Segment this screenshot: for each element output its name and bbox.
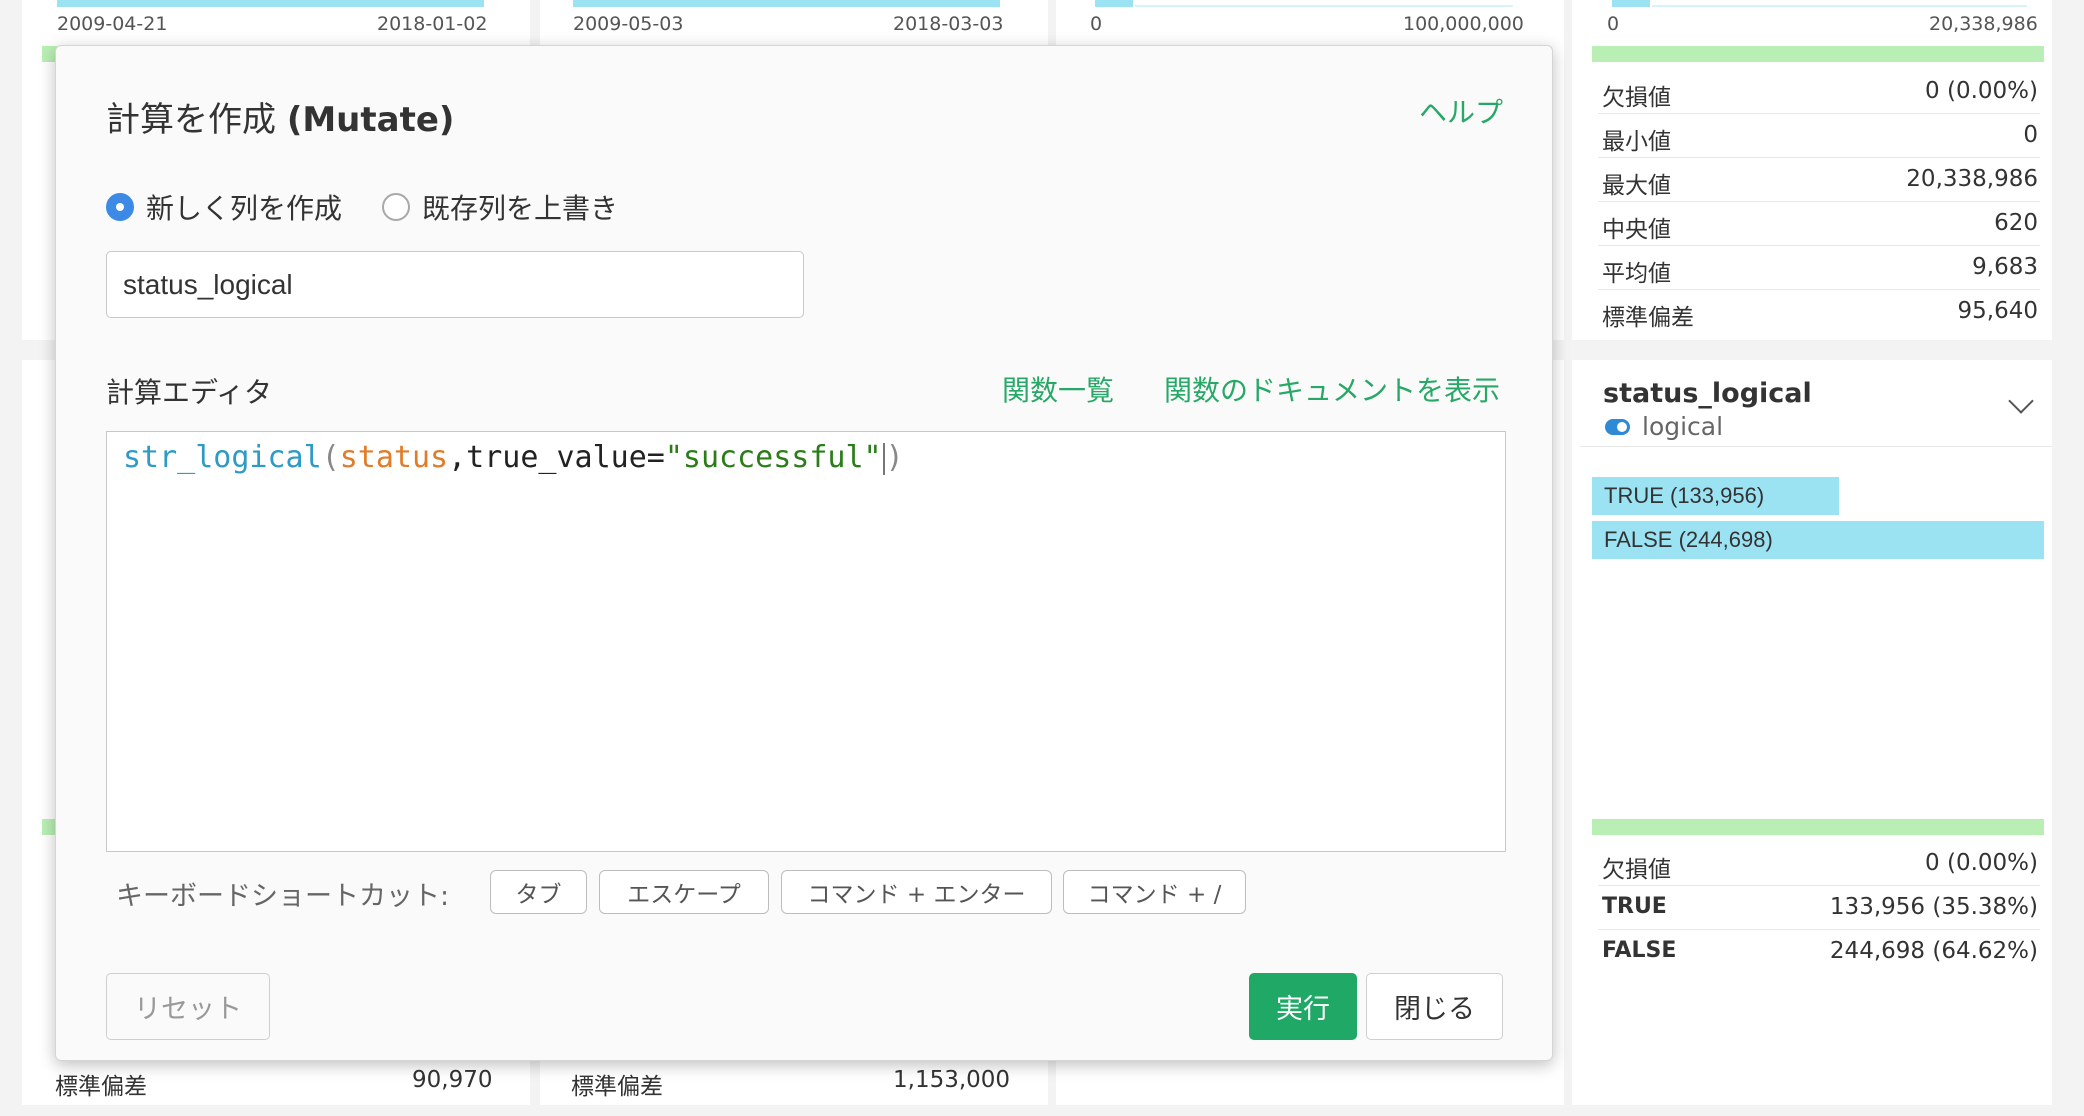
text-caret: [882, 442, 885, 475]
stat-label: 平均値: [1602, 261, 1671, 287]
stat-value: 244,698 (64.62%): [1829, 938, 2038, 964]
stat-value: 0: [2023, 122, 2038, 148]
stat-label: 標準偏差: [1602, 305, 1694, 331]
stat-row-missing: 欠損値 0 (0.00%): [1598, 70, 2040, 114]
stat-value: 20,338,986: [1906, 166, 2038, 192]
dialog-title: 計算を作成 (Mutate): [106, 92, 454, 141]
stat-value: 9,683: [1972, 254, 2038, 280]
shortcut-tab-key: タブ: [490, 870, 587, 914]
code-paren-open: (: [321, 440, 340, 475]
new-column-name-input[interactable]: [106, 251, 804, 318]
stat-label: 欠損値: [1602, 857, 1671, 883]
stat-label: FALSE: [1602, 938, 1677, 963]
axis-min-4: 0: [1607, 13, 1620, 35]
reset-button[interactable]: リセット: [106, 973, 270, 1040]
code-arg-token: status: [339, 440, 449, 475]
code-param-token: ,true_value=: [448, 440, 665, 475]
close-button[interactable]: 閉じる: [1366, 973, 1503, 1040]
histogram-baseline-4: [1652, 5, 2027, 7]
radio-create-new-label: 新しく列を作成: [146, 192, 343, 225]
stat-label: 最小値: [1602, 129, 1671, 155]
logical-toggle-icon: [1605, 418, 1630, 435]
code-editor[interactable]: str_logical(status,true_value="successfu…: [106, 431, 1506, 852]
dialog-title-ja: 計算を作成: [106, 100, 276, 140]
editor-label: 計算エディタ: [106, 376, 273, 409]
axis-min-3: 0: [1090, 13, 1103, 35]
column-title: status_logical: [1603, 378, 1812, 409]
stat-row-median: 中央値 620: [1598, 202, 2040, 246]
divider: [1580, 446, 2052, 447]
histogram-bars-2: [573, 0, 1000, 7]
stat-value-stddev-2: 1,153,000: [893, 1067, 1011, 1093]
stat-row-mean: 平均値 9,683: [1598, 246, 2040, 290]
run-button[interactable]: 実行: [1249, 973, 1357, 1040]
mutate-dialog: 計算を作成 (Mutate) ヘルプ 新しく列を作成 既存列を上書き 計算エディ…: [55, 45, 1553, 1061]
help-link[interactable]: ヘルプ: [1419, 91, 1503, 131]
stat-value: 0 (0.00%): [1925, 78, 2038, 104]
radio-unselected-icon[interactable]: [382, 193, 410, 221]
stat-value: 95,640: [1957, 298, 2038, 324]
stat-row-stddev: 標準偏差 95,640: [1598, 290, 2040, 334]
code-function-token: str_logical: [123, 440, 322, 475]
stat-label: 最大値: [1602, 173, 1671, 199]
shortcut-command-slash-key: コマンド + /: [1063, 870, 1246, 914]
stat-value-stddev-1: 90,970: [412, 1067, 493, 1093]
axis-min-2: 2009-05-03: [573, 13, 684, 35]
function-list-link[interactable]: 関数一覧: [1002, 369, 1114, 409]
column-type: logical: [1605, 412, 1723, 441]
axis-max-2: 2018-03-03: [893, 13, 1004, 35]
freq-bar-true: TRUE (133,956): [1592, 477, 1839, 515]
stat-value: 0 (0.00%): [1925, 850, 2038, 876]
stat-label: 中央値: [1602, 217, 1671, 243]
radio-selected-icon[interactable]: [106, 193, 134, 221]
axis-min-1: 2009-04-21: [57, 13, 168, 35]
stat-row-false: FALSE 244,698 (64.62%): [1598, 930, 2040, 974]
histogram-baseline-3: [1135, 5, 1513, 7]
histogram-bars-1: [57, 0, 484, 7]
dialog-title-en: (Mutate): [286, 100, 455, 140]
quality-bar-4: [1592, 46, 2044, 62]
shortcut-command-enter-key: コマンド + エンター: [781, 870, 1052, 914]
histogram-bar-4a: [1612, 0, 1650, 7]
stat-row-missing-status: 欠損値 0 (0.00%): [1598, 842, 2040, 886]
quality-bar-status: [1592, 819, 2044, 835]
code-paren-close: ): [885, 440, 904, 475]
axis-max-4: 20,338,986: [1929, 13, 2038, 35]
function-docs-link[interactable]: 関数のドキュメントを表示: [1164, 369, 1500, 409]
histogram-bar-3a: [1095, 0, 1133, 7]
radio-overwrite-column[interactable]: 既存列を上書き: [382, 187, 618, 227]
stat-value: 133,956 (35.38%): [1829, 894, 2038, 920]
column-type-label: logical: [1642, 412, 1724, 441]
axis-max-1: 2018-01-02: [377, 13, 488, 35]
code-line[interactable]: str_logical(status,true_value="successfu…: [123, 440, 904, 475]
stat-label: 欠損値: [1602, 85, 1671, 111]
stat-label: TRUE: [1602, 894, 1667, 919]
radio-create-new-column[interactable]: 新しく列を作成: [106, 187, 342, 227]
stat-row-true: TRUE 133,956 (35.38%): [1598, 886, 2040, 930]
code-string-token: "successful": [664, 440, 882, 475]
stat-label-stddev-2: 標準偏差: [571, 1074, 663, 1100]
stat-row-max: 最大値 20,338,986: [1598, 158, 2040, 202]
shortcut-escape-key: エスケープ: [599, 870, 769, 914]
keyboard-shortcut-label: キーボードショートカット:: [116, 881, 450, 912]
axis-max-3: 100,000,000: [1403, 13, 1524, 35]
column-card-status-logical: [1572, 360, 2052, 1105]
stat-label-stddev-1: 標準偏差: [55, 1074, 147, 1100]
stat-row-min: 最小値 0: [1598, 114, 2040, 158]
stat-value: 620: [1994, 210, 2038, 236]
radio-overwrite-label: 既存列を上書き: [422, 192, 619, 225]
freq-bar-false: FALSE (244,698): [1592, 521, 2044, 559]
